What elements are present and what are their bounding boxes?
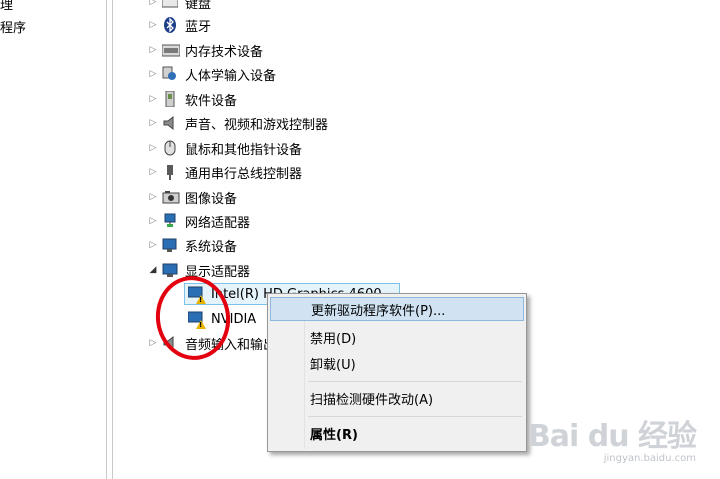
mouse-icon (162, 140, 178, 156)
expand-arrow-icon[interactable]: ▷ (147, 0, 159, 7)
bluetooth-icon (162, 17, 178, 33)
expand-arrow-icon[interactable]: ▷ (147, 45, 159, 55)
tree-item-usb-controllers[interactable]: ▷ 通用串行总线控制器 (147, 161, 302, 183)
collapse-arrow-icon[interactable]: ◢ (147, 265, 159, 275)
tree-item-label: 网络适配器 (185, 215, 251, 231)
tree-item-label: 系统设备 (185, 239, 238, 255)
tree-item-imaging-devices[interactable]: ▷ 图像设备 (147, 186, 237, 208)
tree-item-label: 软件设备 (185, 93, 238, 109)
expand-arrow-icon[interactable]: ▷ (147, 167, 159, 177)
network-icon (162, 213, 178, 229)
tree-item-label: 鼠标和其他指针设备 (185, 142, 303, 158)
tree-item-label: 图像设备 (185, 191, 238, 207)
tree-item-label: 蓝牙 (185, 19, 212, 35)
tree-item-bluetooth[interactable]: ▷ 蓝牙 (147, 14, 211, 36)
expand-arrow-icon[interactable]: ▷ (147, 143, 159, 153)
memory-device-icon (161, 42, 181, 58)
tree-item-label: 通用串行总线控制器 (185, 166, 303, 182)
expand-arrow-icon[interactable]: ▷ (147, 118, 159, 128)
tree-item-label: 声音、视频和游戏控制器 (185, 117, 329, 133)
expand-arrow-icon[interactable]: ▷ (147, 192, 159, 202)
speaker-icon (162, 115, 178, 131)
tree-item-mouse[interactable]: ▷ 鼠标和其他指针设备 (147, 137, 302, 159)
tree-item-label: 键盘 (185, 0, 212, 12)
context-menu: 更新驱动程序软件(P)... 禁用(D) 卸载(U) 扫描检测硬件改动(A) 属… (267, 293, 527, 452)
camera-icon (162, 189, 180, 205)
menu-item-uninstall[interactable]: 卸载(U) (270, 351, 524, 375)
expand-arrow-icon[interactable]: ▷ (147, 20, 159, 30)
tree-item-hid[interactable]: ▷ 人体学输入设备 (147, 63, 276, 85)
tree-item-system-devices[interactable]: ▷ 系统设备 (147, 234, 237, 256)
tree-item-sound-video[interactable]: ▷ 声音、视频和游戏控制器 (147, 112, 328, 134)
tree-item-software-devices[interactable]: ▷ 软件设备 (147, 88, 237, 110)
hid-device-icon (162, 66, 178, 82)
expand-arrow-icon[interactable]: ▷ (147, 69, 159, 79)
tree-item-memory-tech[interactable]: ▷ 内存技术设备 (147, 39, 263, 61)
system-device-icon (162, 237, 178, 253)
software-device-icon (162, 90, 178, 108)
tree-item-label: 人体学输入设备 (185, 68, 277, 84)
expand-arrow-icon[interactable]: ▷ (147, 216, 159, 226)
menu-item-disable[interactable]: 禁用(D) (270, 325, 524, 349)
keyboard-icon (161, 0, 179, 10)
usb-icon (162, 164, 178, 180)
menu-item-update-driver[interactable]: 更新驱动程序软件(P)... (270, 297, 524, 321)
menu-item-scan-hardware[interactable]: 扫描检测硬件改动(A) (270, 386, 524, 410)
menu-separator (308, 416, 522, 417)
menu-separator (308, 381, 522, 382)
menu-item-properties[interactable]: 属性(R) (270, 421, 524, 445)
watermark-logo: Bai du 经验 (527, 419, 697, 454)
tree-item-network-adapters[interactable]: ▷ 网络适配器 (147, 210, 250, 232)
baidu-jingyan-watermark: Bai du 经验 jingyan.baidu.com (527, 411, 697, 464)
expand-arrow-icon[interactable]: ▷ (147, 94, 159, 104)
tree-item-label: 内存技术设备 (185, 44, 264, 60)
expand-arrow-icon[interactable]: ▷ (147, 240, 159, 250)
tree-item-keyboard[interactable]: ▷ 键盘 (147, 0, 211, 13)
expand-arrow-icon[interactable]: ▷ (147, 338, 159, 348)
display-adapter-icon (162, 262, 178, 278)
watermark-url: jingyan.baidu.com (603, 453, 696, 464)
